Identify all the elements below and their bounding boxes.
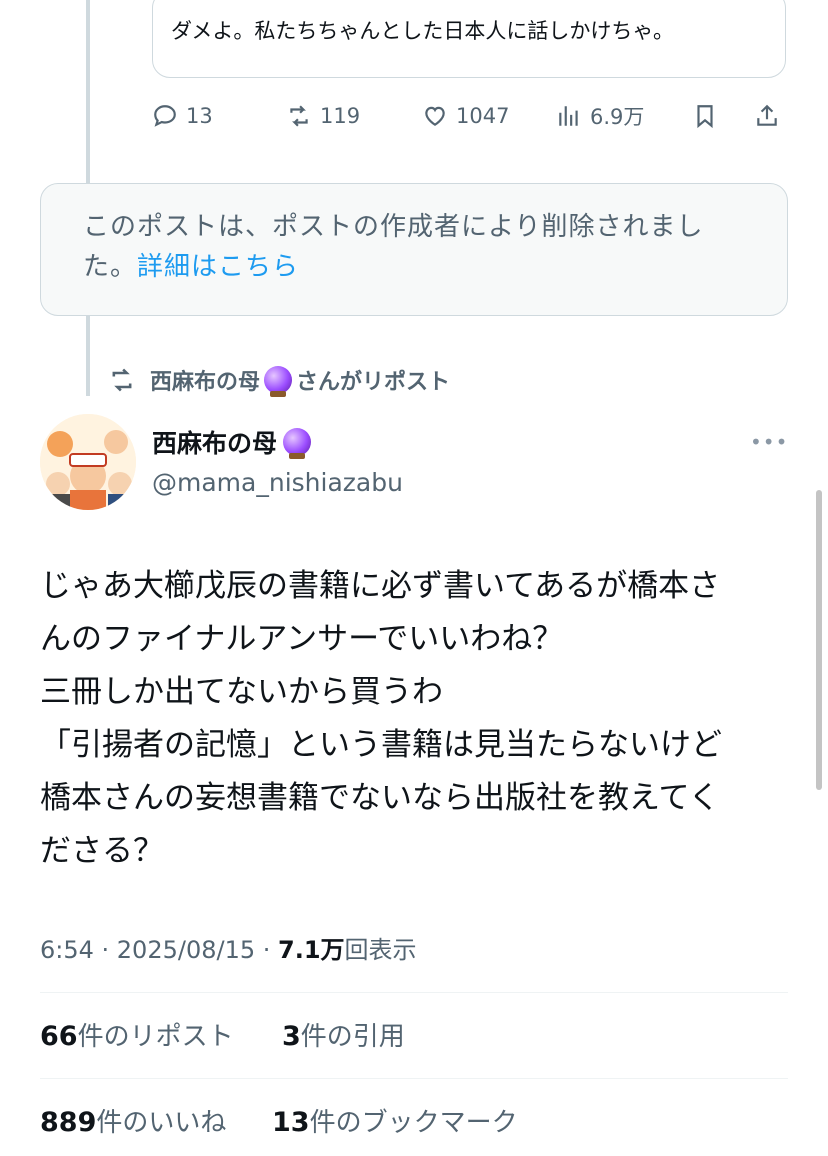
quoted-tweet-text: ダメよ。私たちちゃんとした日本人に話しかけちゃ。 [171,19,674,43]
post-meta: 6:54 · 2025/08/15 · 7.1万回表示 [40,930,417,965]
like-button[interactable]: 1047 [422,98,509,134]
post-line: んのファイナルアンサーでいいわね？ [40,621,564,657]
post-view-label: 回表示 [344,936,417,964]
bookmark-button[interactable] [692,98,718,134]
bookmark-icon [697,105,713,129]
like-count: 1047 [456,104,510,128]
post-line: じゃあ大櫛戊辰の書籍に必ず書いてあるが橋本さ [40,568,721,604]
heart-icon [425,106,445,126]
quotes-stat-count: 3 [282,1021,301,1052]
post-timestamp[interactable]: 6:54 · 2025/08/15 · [40,936,278,964]
reposts-stat-label: 件のリポスト [77,1022,234,1052]
author-name[interactable]: 西麻布の母 [152,424,312,460]
reposter-name: 西麻布の母 [150,370,261,395]
author-handle[interactable]: @mama_nishiazabu [152,468,403,497]
views-count: 6.9万 [590,105,645,129]
analytics-icon [559,106,578,126]
reposts-stat[interactable]: 66件のリポスト [40,1016,234,1053]
share-button[interactable] [754,98,780,134]
bookmarks-stat-label: 件のブックマーク [309,1108,518,1138]
share-icon [757,104,777,126]
avatar[interactable] [40,414,136,510]
crystal-ball-emoji-icon [283,428,312,459]
repost-count: 119 [320,104,361,128]
likes-stat-count: 889 [40,1107,97,1138]
thread-line [86,316,90,396]
more-options-icon[interactable]: ••• [750,430,788,454]
bookmarks-stat-count: 13 [272,1107,310,1138]
post-view-count: 7.1万 [278,936,345,964]
quoted-tweet-card[interactable]: ダメよ。私たちちゃんとした日本人に話しかけちゃ。 [152,0,786,78]
repost-icon [112,368,132,392]
reply-count: 13 [186,104,213,128]
scrollbar[interactable] [816,490,822,790]
reply-icon [154,105,176,127]
author-display-name: 西麻布の母 [152,429,278,458]
likes-stat[interactable]: 889件のいいね [40,1102,226,1139]
divider [40,992,788,993]
post-line: ださる？ [40,833,164,869]
avatar-illustration-icon [40,414,136,510]
divider [40,1078,788,1079]
quotes-stat[interactable]: 3件の引用 [282,1016,405,1053]
views-button[interactable]: 6.9万 [556,98,644,134]
post-line: 三冊しか出てないから買うわ [40,674,443,710]
details-link[interactable]: 詳細はこちら [137,252,299,282]
bookmarks-stat[interactable]: 13件のブックマーク [272,1102,518,1139]
deleted-post-notice: このポストは、ポストの作成者により削除されました。詳細はこちら [40,183,788,316]
reposts-stat-count: 66 [40,1021,78,1052]
post-line: 橋本さんの妄想書籍でないなら出版社を教えてく [40,780,720,816]
reply-button[interactable]: 13 [152,98,213,134]
likes-stat-label: 件のいいね [96,1108,227,1138]
quotes-stat-label: 件の引用 [300,1022,405,1052]
thread-line [86,0,90,183]
crystal-ball-emoji-icon [264,366,293,397]
repost-attribution[interactable]: 西麻布の母 さんがリポスト [108,364,451,397]
repost-icon [290,105,308,127]
repost-suffix: さんがリポスト [296,370,451,395]
repost-button[interactable]: 119 [286,98,360,134]
post-text: じゃあ大櫛戊辰の書籍に必ず書いてあるが橋本さ んのファイナルアンサーでいいわね？… [40,560,800,878]
post-line: 「引揚者の記憶」という書籍は見当たらないけど [40,727,722,763]
